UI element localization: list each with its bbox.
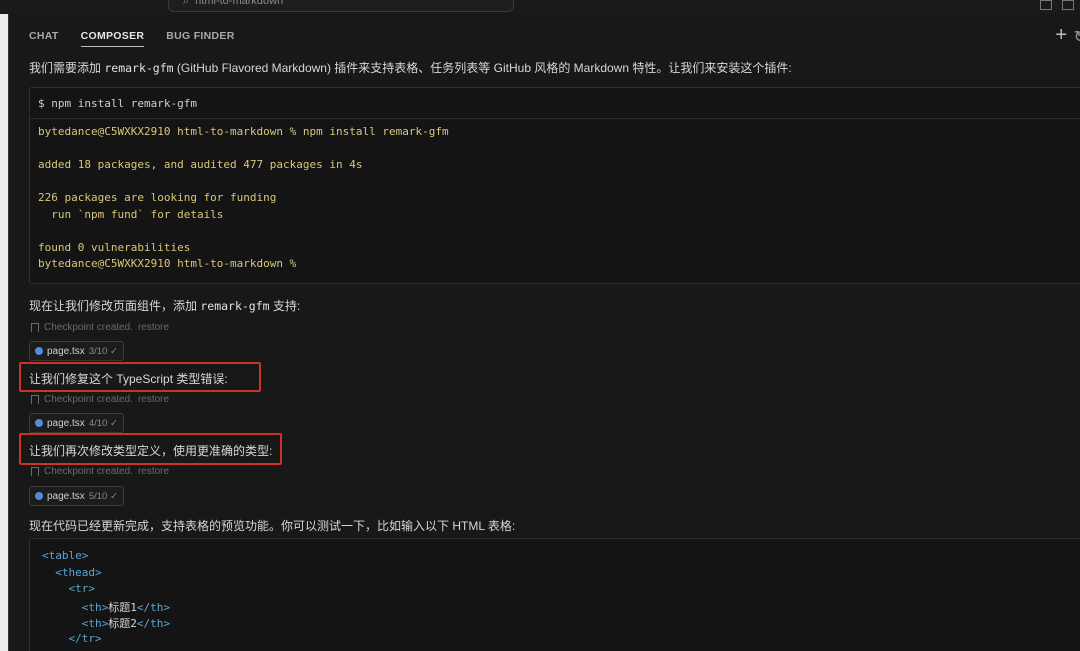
plus-icon[interactable]: +	[1055, 24, 1067, 47]
terminal-line: run `npm fund` for details	[38, 207, 224, 221]
restore-link[interactable]: restore	[138, 394, 169, 405]
message-fix2: 让我们再次修改类型定义，使用更准确的类型:	[29, 444, 273, 458]
message-fix1: 让我们修复这个 TypeScript 类型错误:	[29, 372, 228, 386]
terminal-line: 226 packages are looking for funding	[38, 191, 277, 204]
bookmark-icon	[31, 395, 39, 404]
checkpoint-2: Checkpoint created. restore	[31, 394, 169, 405]
inline-code: remark-gfm	[200, 299, 270, 313]
file-chip-1[interactable]: page.tsx 3/10 ✓	[29, 341, 124, 361]
code-line: <thead>	[42, 565, 102, 579]
composer-panel: CHAT COMPOSER BUG FINDER + ↻ 我们需要添加 rema…	[8, 14, 1080, 651]
layout-icon[interactable]	[1040, 0, 1052, 10]
react-file-icon	[35, 492, 43, 500]
terminal-line: bytedance@C5WXKX2910 html-to-markdown %	[38, 257, 297, 270]
react-file-icon	[35, 347, 43, 355]
react-file-icon	[35, 419, 43, 427]
code-line: <th>标题1</th>	[42, 600, 170, 614]
restore-link[interactable]: restore	[138, 322, 169, 333]
terminal-block: $ npm install remark-gfm bytedance@C5WXK…	[29, 87, 1080, 284]
history-icon[interactable]: ↻	[1074, 27, 1080, 47]
tab-bug-finder[interactable]: BUG FINDER	[166, 30, 234, 47]
html-code-block: <table> <thead> <tr> <th>标题1</th> <th>标题…	[29, 538, 1080, 651]
tab-composer[interactable]: COMPOSER	[80, 30, 145, 47]
terminal-line: added 18 packages, and audited 477 packa…	[38, 158, 363, 171]
bookmark-icon	[31, 323, 39, 332]
command-line[interactable]: $ npm install remark-gfm	[30, 88, 1080, 119]
code-line: <table>	[42, 549, 89, 562]
file-chip-2[interactable]: page.tsx 4/10 ✓	[29, 413, 124, 433]
checkpoint-1: Checkpoint created. restore	[31, 322, 169, 333]
search-text: html-to-markdown	[195, 0, 284, 7]
file-chip-3[interactable]: page.tsx 5/10 ✓	[29, 486, 124, 506]
window-controls	[1040, 0, 1074, 10]
tab-chat[interactable]: CHAT	[29, 30, 59, 47]
search-icon: ⌕	[183, 0, 190, 7]
checkpoint-3: Checkpoint created. restore	[31, 466, 169, 477]
code-line: <th>标题2</th>	[42, 617, 170, 630]
split-icon[interactable]	[1062, 0, 1074, 10]
code-line: <tr>	[42, 582, 95, 595]
panel-tabs: CHAT COMPOSER BUG FINDER	[29, 30, 235, 47]
restore-link[interactable]: restore	[138, 466, 169, 477]
message-intro: 我们需要添加 remark-gfm (GitHub Flavored Markd…	[29, 61, 792, 75]
message-step2: 现在让我们修改页面组件，添加 remark-gfm 支持:	[29, 299, 301, 313]
code-line: </tr>	[42, 631, 102, 645]
title-bar	[0, 0, 1080, 14]
command-search-box[interactable]: ⌕ html-to-markdown	[168, 0, 514, 12]
bookmark-icon	[31, 467, 39, 476]
terminal-line: found 0 vulnerabilities	[38, 240, 191, 254]
html-code: <table> <thead> <tr> <th>标题1</th> <th>标题…	[30, 539, 1080, 648]
terminal-output: bytedance@C5WXKX2910 html-to-markdown % …	[30, 119, 1080, 274]
terminal-line: bytedance@C5WXKX2910 html-to-markdown % …	[38, 125, 449, 138]
message-final: 现在代码已经更新完成，支持表格的预览功能。你可以测试一下，比如输入以下 HTML…	[29, 519, 516, 533]
inline-code: remark-gfm	[104, 61, 174, 75]
